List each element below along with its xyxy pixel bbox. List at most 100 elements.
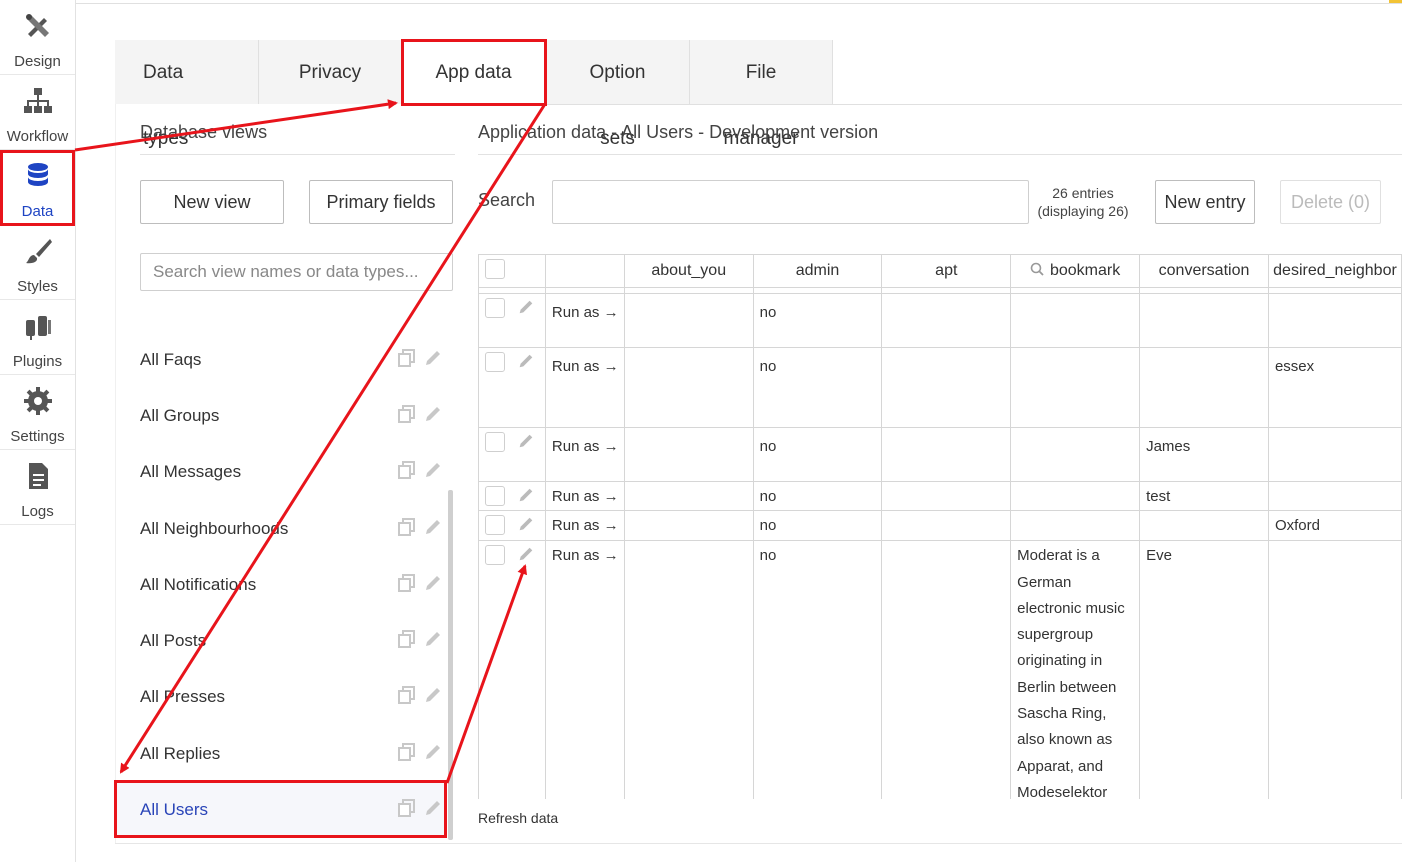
edit-icon[interactable] [517,298,535,316]
refresh-data-link[interactable]: Refresh data [478,810,558,826]
edit-icon[interactable] [517,352,535,370]
run-as-cell[interactable]: Run as → [544,293,625,348]
edit-icon[interactable] [517,486,535,504]
copy-icon[interactable] [397,517,417,537]
row-checkbox[interactable] [485,545,505,566]
view-item-all-replies[interactable]: All Replies [115,724,447,780]
sidebar-label: Data [21,203,54,220]
run-as-cell[interactable]: Run as → [544,510,625,542]
edit-icon[interactable] [423,742,443,762]
column-header-apt[interactable]: apt [881,254,1012,288]
table-row: Run as → no essex [478,347,1402,428]
cell-about-you [623,480,754,512]
column-header-desired-neighbor[interactable]: desired_neighbor [1267,254,1402,288]
delete-button[interactable]: Delete (0) [1280,180,1381,224]
copy-icon[interactable] [397,348,417,368]
data-grid: about_you admin apt bookmark conversatio… [478,254,1402,799]
bottom-divider [115,843,1402,844]
cell-desired-neighbor [1267,293,1402,348]
edit-icon[interactable] [423,460,443,480]
header-blank [544,254,625,288]
sidebar-item-logs[interactable]: Logs [0,450,75,525]
view-search-input[interactable] [140,253,453,291]
sidebar-item-plugins[interactable]: Plugins [0,300,75,375]
edit-icon[interactable] [423,404,443,424]
row-checkbox[interactable] [485,486,505,506]
copy-icon[interactable] [397,685,417,705]
view-list-scrollbar[interactable] [448,490,453,840]
edit-icon[interactable] [423,517,443,537]
sidebar-item-styles[interactable]: Styles [0,225,75,300]
column-header-about-you[interactable]: about_you [623,254,754,288]
column-header-bookmark[interactable]: bookmark [1010,254,1141,288]
run-as-cell[interactable]: Run as → [544,480,625,512]
view-label: All Users [140,800,209,819]
data-search-input[interactable] [552,180,1029,224]
copy-icon[interactable] [397,798,417,818]
tab-app-data[interactable]: App data [402,40,546,104]
run-as-cell[interactable]: Run as → [544,427,625,482]
cell-about-you [623,347,754,428]
workflow-icon [24,88,52,113]
select-all-checkbox[interactable] [485,258,505,279]
document-icon [29,463,48,489]
cell-bookmark [1010,480,1141,512]
tab-file-manager[interactable]: File manager [690,40,833,149]
edit-icon[interactable] [517,432,535,450]
new-view-button[interactable]: New view [140,180,284,224]
tab-option-sets[interactable]: Option sets [546,40,690,149]
copy-icon[interactable] [397,629,417,649]
view-label: All Presses [140,687,226,706]
primary-fields-button[interactable]: Primary fields [309,180,453,224]
cell-bookmark [1010,347,1141,428]
view-item-all-users[interactable]: All Users [115,780,447,836]
run-as-cell[interactable]: Run as → [544,540,625,799]
table-row: Run as → no [478,293,1402,348]
edit-icon[interactable] [423,685,443,705]
sidebar-label: Logs [21,503,54,520]
top-accent-bar [1389,0,1402,3]
cell-admin: no [752,427,883,482]
copy-icon[interactable] [397,460,417,480]
view-item-all-messages[interactable]: All Messages [115,442,447,498]
run-as-cell[interactable]: Run as → [544,347,625,428]
edit-icon[interactable] [517,515,535,533]
cell-admin: no [752,480,883,512]
row-checkbox[interactable] [485,352,505,372]
copy-icon[interactable] [397,742,417,762]
view-item-all-faqs[interactable]: All Faqs [115,330,447,386]
view-label: All Messages [140,462,242,481]
column-header-conversation[interactable]: conversation [1139,254,1269,288]
view-item-all-notifications[interactable]: All Notifications [115,555,447,611]
cell-desired-neighbor [1267,427,1402,482]
sidebar-item-settings[interactable]: Settings [0,375,75,450]
copy-icon[interactable] [397,573,417,593]
cell-conversation [1139,510,1269,542]
edit-icon[interactable] [423,629,443,649]
table-row: Run as → no test [478,480,1402,512]
edit-icon[interactable] [423,798,443,818]
view-item-all-neighbourhoods[interactable]: All Neighbourhoods [115,499,447,555]
row-checkbox[interactable] [485,298,505,318]
edit-icon[interactable] [423,573,443,593]
cell-bookmark [1010,510,1141,542]
tab-privacy[interactable]: Privacy [259,40,402,104]
column-header-admin[interactable]: admin [752,254,883,288]
tab-data-types[interactable]: Data types [115,40,259,149]
view-item-all-groups[interactable]: All Groups [115,386,447,442]
new-entry-button[interactable]: New entry [1155,180,1255,224]
sidebar-item-workflow[interactable]: Workflow [0,75,75,150]
edit-icon[interactable] [423,348,443,368]
view-item-all-presses[interactable]: All Presses [115,667,447,723]
row-checkbox[interactable] [485,515,505,536]
copy-icon[interactable] [397,404,417,424]
row-checkbox[interactable] [485,432,505,452]
cell-apt [881,510,1012,542]
view-item-all-posts[interactable]: All Posts [115,611,447,667]
row-controls [478,347,546,428]
row-controls [478,427,546,482]
sidebar-item-design[interactable]: Design [0,0,75,75]
sidebar-item-data[interactable]: Data [0,150,75,224]
edit-icon[interactable] [517,545,535,563]
view-label: All Replies [140,744,221,763]
